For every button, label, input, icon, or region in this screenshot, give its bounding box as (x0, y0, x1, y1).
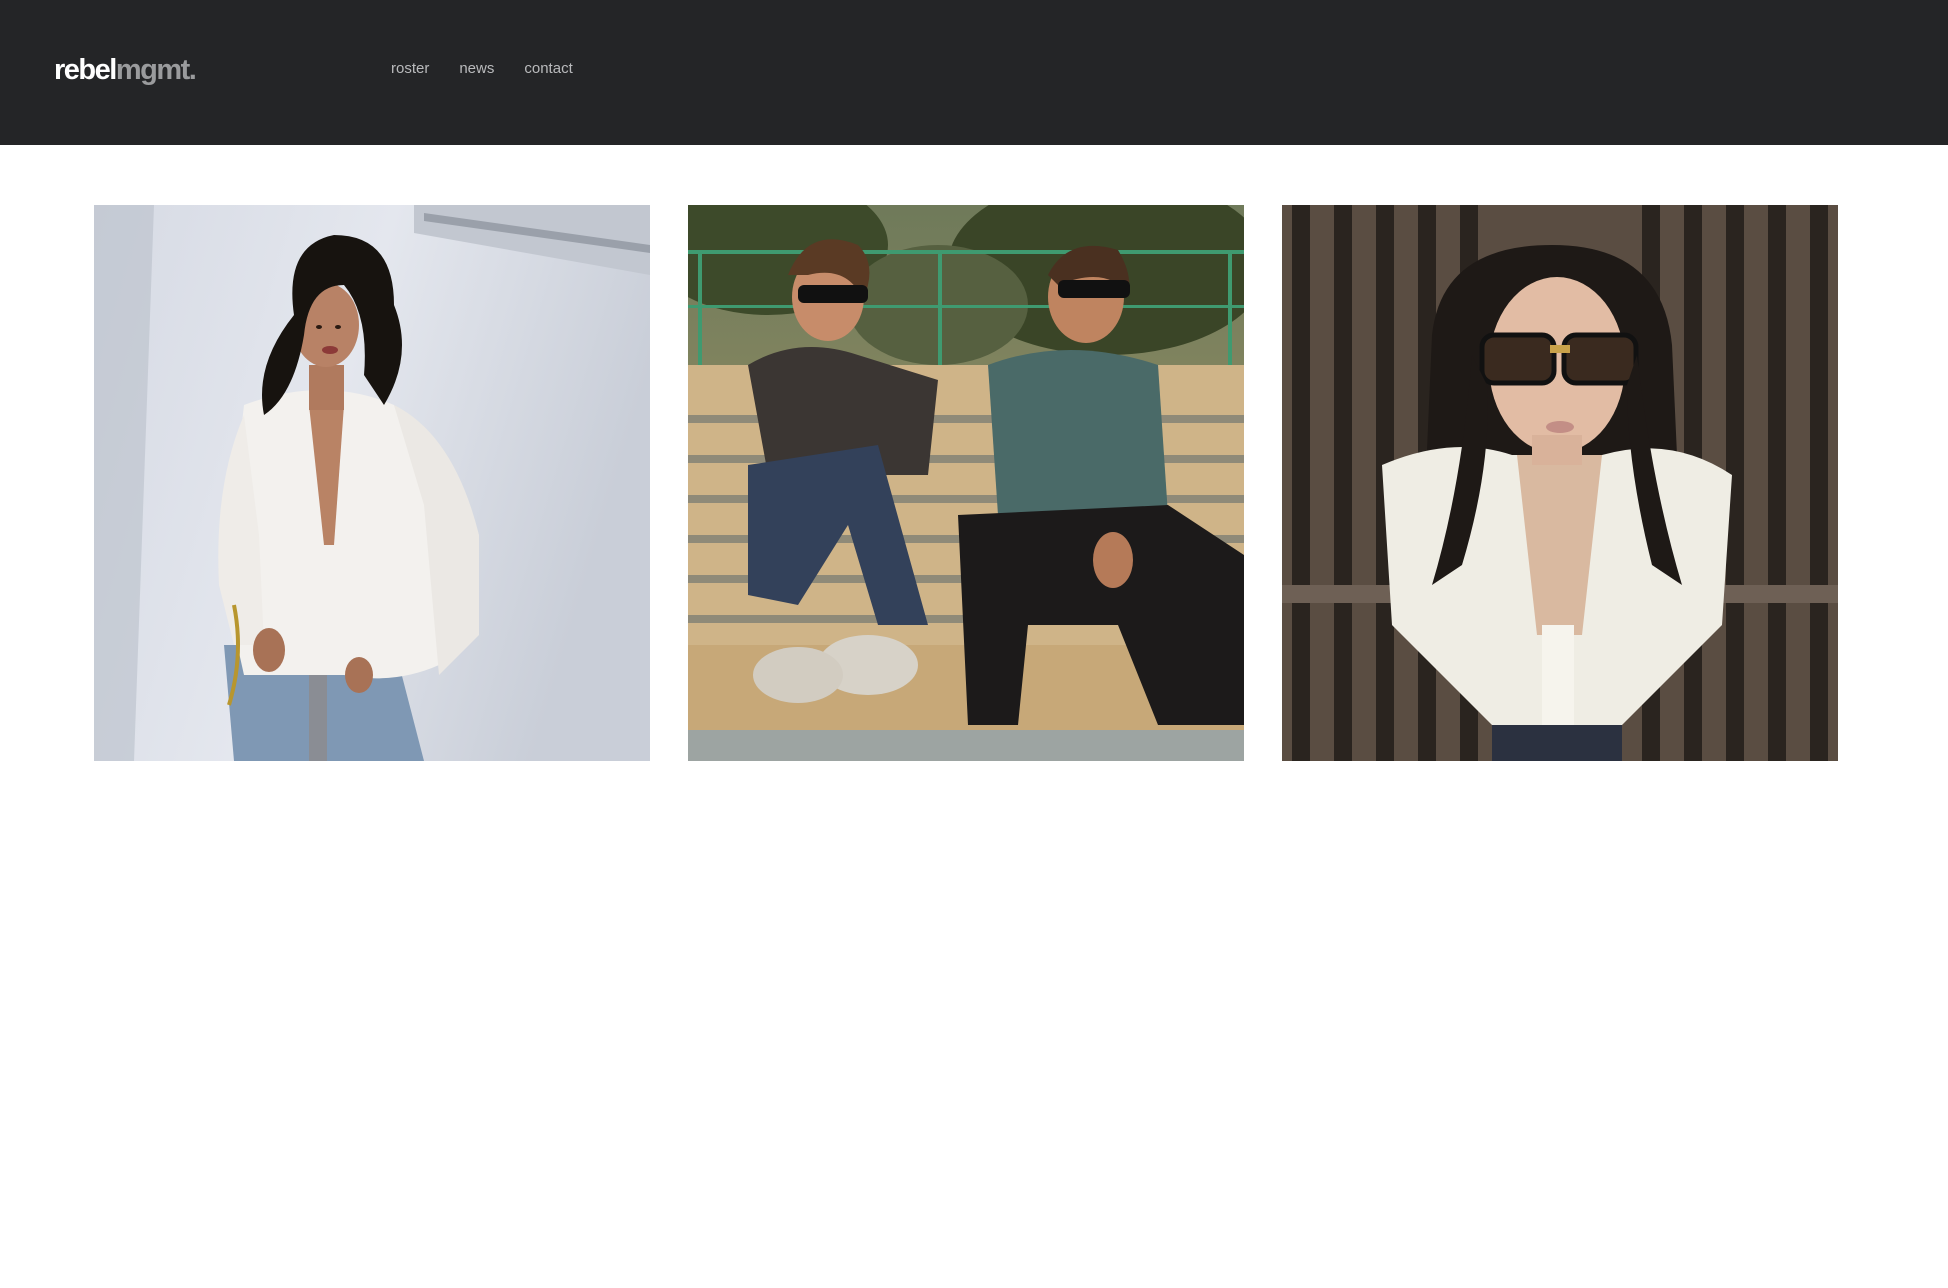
logo-text-primary: rebel (54, 54, 117, 86)
site-header: rebelmgmt. roster news contact (0, 0, 1948, 145)
roster-tile-3[interactable] (1282, 205, 1838, 761)
duo-on-bleachers-photo (688, 205, 1244, 761)
roster-tile-2[interactable] (688, 205, 1244, 761)
roster-tile-1[interactable] (94, 205, 650, 761)
nav-link-contact[interactable]: contact (524, 58, 572, 80)
main-nav: roster news contact (391, 58, 603, 80)
logo-text-secondary: mgmt. (115, 54, 197, 86)
woman-white-blouse-photo (94, 205, 650, 761)
roster-grid (94, 205, 1838, 761)
woman-sunglasses-photo (1282, 205, 1838, 761)
nav-link-roster[interactable]: roster (391, 58, 429, 80)
nav-link-news[interactable]: news (459, 58, 494, 80)
site-logo[interactable]: rebelmgmt. (54, 50, 197, 90)
